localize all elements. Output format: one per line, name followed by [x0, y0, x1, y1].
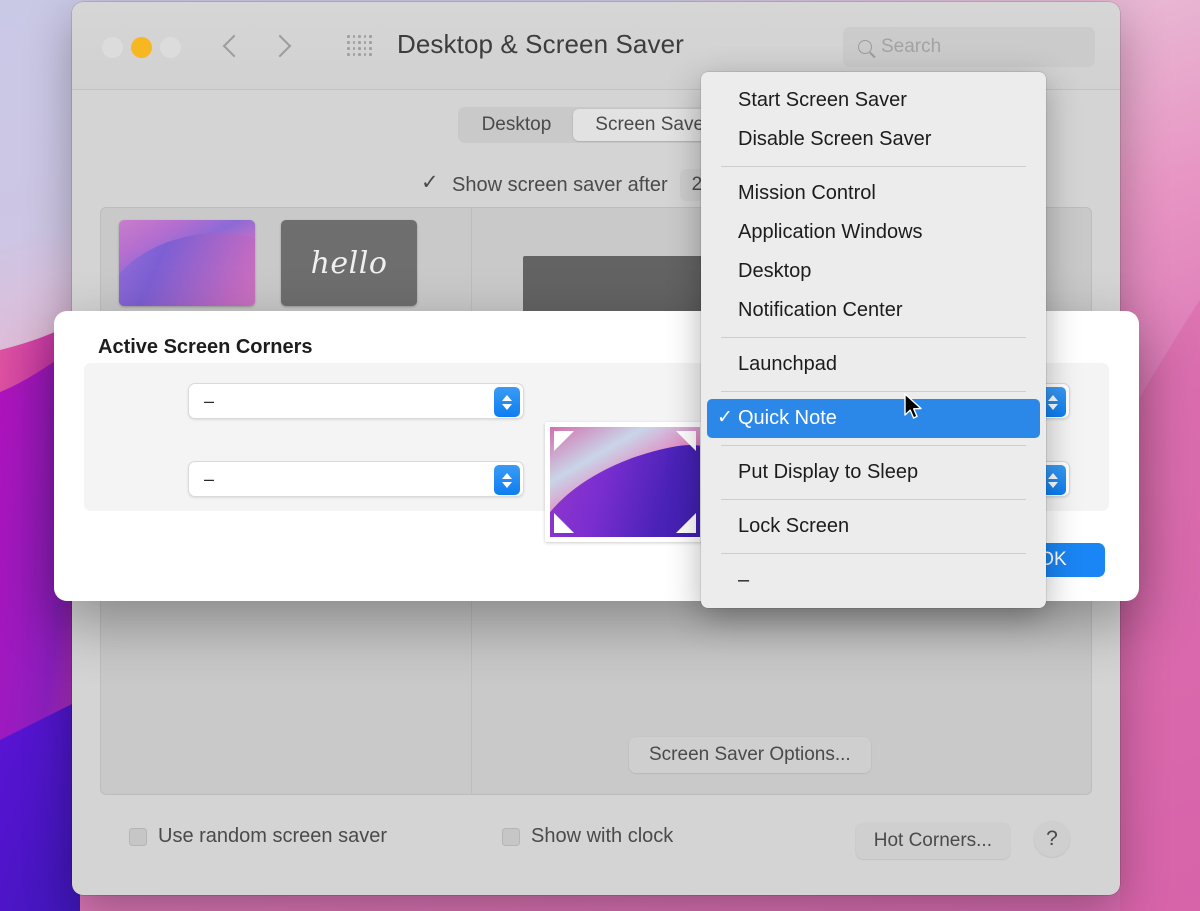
corner-marker-top-left-icon: [554, 431, 574, 451]
stepper-bottom-left[interactable]: [494, 465, 520, 495]
show-screen-saver-checkbox[interactable]: [421, 170, 440, 195]
traffic-lights: [102, 37, 181, 58]
chevron-left-icon[interactable]: [222, 32, 244, 64]
menu-separator: [721, 391, 1026, 392]
corner-select-top-left[interactable]: –: [188, 383, 524, 419]
menu-item-quick-note[interactable]: ✓ Quick Note: [707, 399, 1040, 438]
corner-value-bottom-left: –: [204, 468, 215, 489]
menu-item-desktop[interactable]: Desktop: [701, 252, 1046, 291]
menu-item-notification-center[interactable]: Notification Center: [701, 291, 1046, 330]
menu-item-disable-screen-saver[interactable]: Disable Screen Saver: [701, 120, 1046, 159]
menu-item-lock-screen[interactable]: Lock Screen: [701, 507, 1046, 546]
corner-row-bottom-left: –: [188, 461, 524, 497]
menu-separator: [721, 445, 1026, 446]
grid-apps-icon[interactable]: [347, 35, 373, 57]
menu-separator: [721, 553, 1026, 554]
minimize-button[interactable]: [131, 37, 152, 58]
hot-corners-preview-image: [550, 427, 700, 537]
menu-separator: [721, 499, 1026, 500]
menu-item-application-windows[interactable]: Application Windows: [701, 213, 1046, 252]
chevron-right-icon[interactable]: [270, 32, 292, 64]
thumbnail-monterey-icon[interactable]: [119, 220, 255, 306]
menu-item-none[interactable]: –: [701, 561, 1046, 600]
window-bottom-bar: Use random screen saver Show with clock …: [72, 795, 1120, 895]
mouse-cursor-icon: [904, 393, 922, 419]
hot-corner-action-menu[interactable]: Start Screen Saver Disable Screen Saver …: [701, 72, 1046, 608]
search-input[interactable]: Search: [843, 27, 1095, 67]
show-with-clock-checkbox[interactable]: [502, 827, 520, 846]
use-random-checkbox[interactable]: [129, 827, 147, 846]
help-button[interactable]: ?: [1034, 821, 1070, 857]
menu-item-label: Quick Note: [738, 407, 837, 429]
checkmark-icon: ✓: [717, 407, 733, 428]
use-random-label: Use random screen saver: [158, 825, 387, 847]
navigation-buttons: [222, 32, 292, 64]
show-with-clock-row[interactable]: Show with clock: [502, 825, 673, 848]
use-random-screen-saver-row[interactable]: Use random screen saver: [129, 825, 387, 848]
menu-item-put-display-to-sleep[interactable]: Put Display to Sleep: [701, 453, 1046, 492]
stepper-top-left[interactable]: [494, 387, 520, 417]
tab-desktop[interactable]: Desktop: [460, 109, 574, 141]
hello-art-text: hello: [310, 245, 388, 281]
menu-item-start-screen-saver[interactable]: Start Screen Saver: [701, 81, 1046, 120]
menu-item-launchpad[interactable]: Launchpad: [701, 345, 1046, 384]
dialog-title: Active Screen Corners: [98, 336, 313, 358]
search-placeholder: Search: [881, 36, 942, 57]
show-screen-saver-label: Show screen saver after: [452, 173, 668, 196]
search-icon: [858, 40, 872, 54]
hot-corners-preview: [545, 422, 705, 542]
menu-separator: [721, 337, 1026, 338]
menu-separator: [721, 166, 1026, 167]
corner-row-top-left: –: [188, 383, 524, 419]
screen-saver-options-button[interactable]: Screen Saver Options...: [629, 737, 871, 773]
zoom-button[interactable]: [160, 37, 181, 58]
thumbnail-hello-icon[interactable]: hello: [281, 220, 417, 306]
show-with-clock-label: Show with clock: [531, 825, 674, 847]
segmented-control: Desktop Screen Saver: [457, 107, 735, 143]
corner-marker-bottom-right-icon: [676, 513, 696, 533]
corner-marker-bottom-left-icon: [554, 513, 574, 533]
hot-corners-button[interactable]: Hot Corners...: [855, 823, 1010, 859]
menu-item-mission-control[interactable]: Mission Control: [701, 174, 1046, 213]
page-title: Desktop & Screen Saver: [397, 29, 684, 59]
close-button[interactable]: [102, 37, 123, 58]
corner-select-bottom-left[interactable]: –: [188, 461, 524, 497]
corner-marker-top-right-icon: [676, 431, 696, 451]
corner-value-top-left: –: [204, 390, 215, 411]
